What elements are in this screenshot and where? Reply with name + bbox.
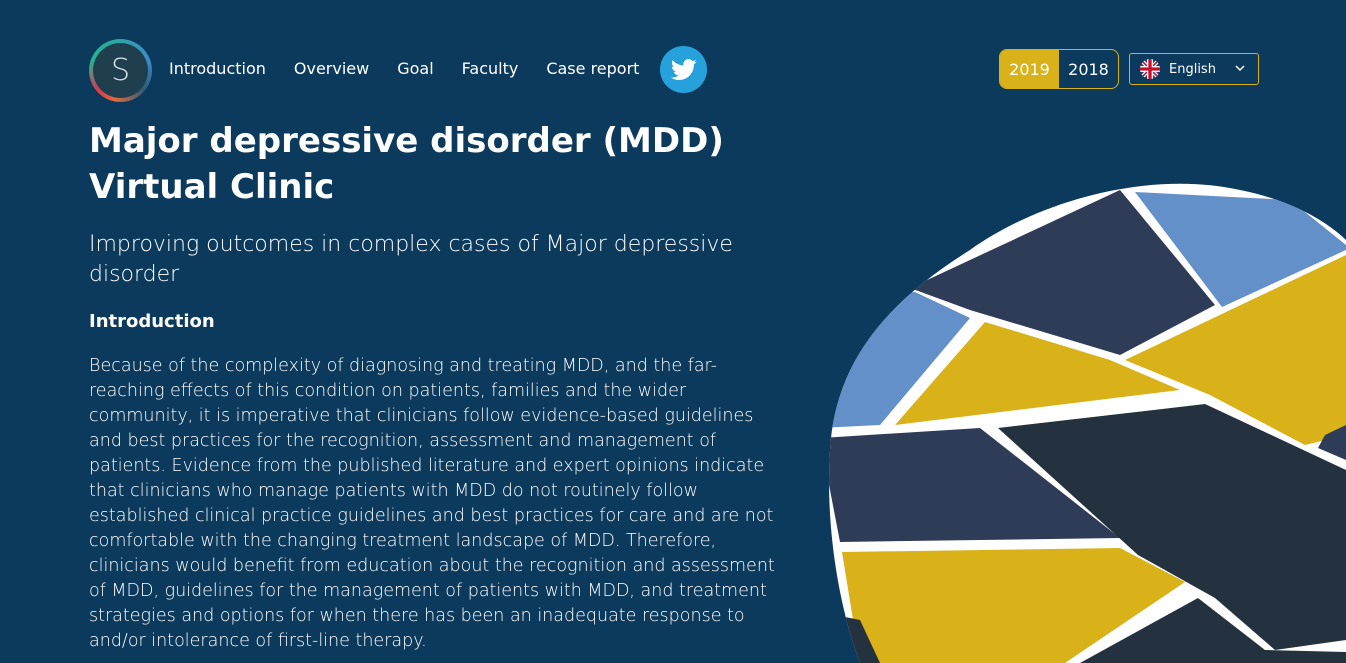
chevron-down-icon	[1235, 65, 1245, 72]
nav-link-introduction[interactable]: Introduction	[169, 58, 266, 80]
uk-flag-icon	[1140, 59, 1160, 79]
language-label: English	[1169, 61, 1216, 77]
nav-link-overview[interactable]: Overview	[294, 58, 369, 80]
twitter-button[interactable]	[660, 46, 707, 93]
introduction-body: Because of the complexity of diagnosing …	[89, 356, 775, 651]
year-2018-button[interactable]: 2018	[1059, 50, 1118, 88]
year-switcher: 2019 2018	[999, 49, 1119, 89]
page-title-line-2: Virtual Clinic	[89, 167, 335, 207]
logo-letter: S	[93, 43, 148, 98]
site-logo[interactable]: S	[89, 39, 152, 102]
decorative-mosaic-illustration	[829, 183, 1346, 663]
page-subtitle: Improving outcomes in complex cases of M…	[89, 232, 733, 287]
nav-link-case-report[interactable]: Case report	[546, 58, 639, 80]
introduction-heading: Introduction	[89, 311, 215, 332]
language-select[interactable]: English	[1129, 53, 1259, 85]
nav-link-faculty[interactable]: Faculty	[462, 58, 519, 80]
twitter-bird-icon	[670, 58, 697, 80]
nav-link-goal[interactable]: Goal	[397, 58, 433, 80]
main-nav: Introduction Overview Goal Faculty Case …	[169, 58, 667, 80]
page-title-line-1: Major depressive disorder (MDD)	[89, 121, 724, 161]
page-title: Major depressive disorder (MDD) Virtual …	[89, 118, 789, 210]
year-2019-button[interactable]: 2019	[1000, 50, 1059, 88]
